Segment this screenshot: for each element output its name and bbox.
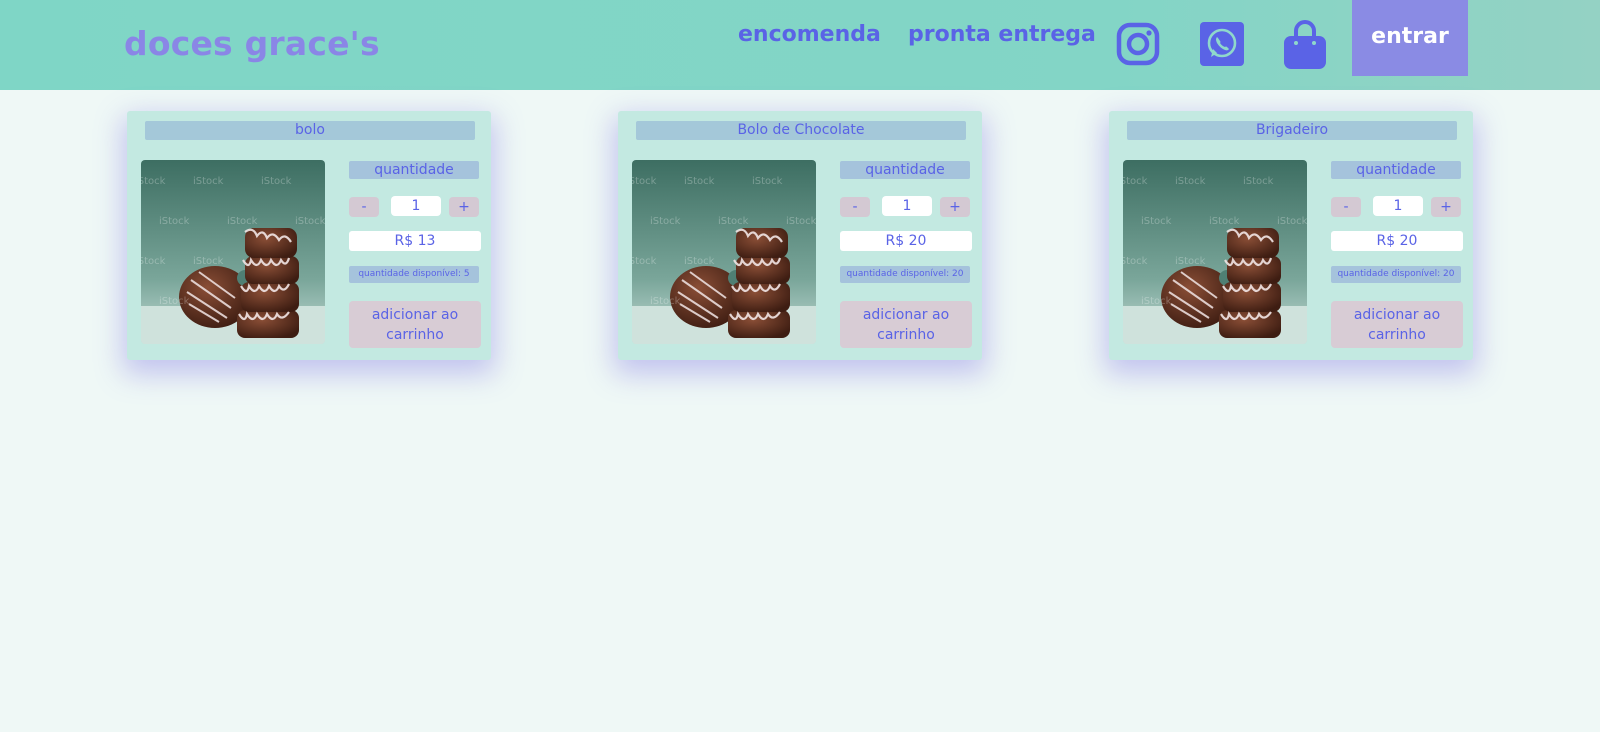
product-price: R$ 20 — [1331, 231, 1463, 251]
svg-text:iStock: iStock — [1277, 216, 1307, 227]
svg-text:iStock: iStock — [1123, 176, 1148, 187]
svg-text:iStock: iStock — [227, 216, 258, 227]
product-image: iStock iStock iStock iStock iStock iStoc… — [632, 160, 816, 344]
available-quantity: quantidade disponível: 5 — [349, 266, 479, 283]
top-navbar: doces grace's encomenda pronta entrega e… — [0, 0, 1600, 90]
svg-text:iStock: iStock — [1123, 256, 1148, 267]
decrease-quantity-button[interactable]: - — [1331, 197, 1361, 217]
product-name: Brigadeiro — [1127, 121, 1457, 140]
product-card: Bolo de Chocolate iStock iStock iStock i… — [618, 111, 982, 360]
product-image: iStock iStock iStock iStock iStock iStoc… — [141, 160, 325, 344]
svg-text:iStock: iStock — [786, 216, 816, 227]
quantity-input[interactable] — [391, 196, 441, 216]
add-to-cart-button[interactable]: adicionar ao carrinho — [840, 301, 972, 348]
svg-text:iStock: iStock — [141, 176, 166, 187]
svg-text:iStock: iStock — [1175, 256, 1206, 267]
svg-text:iStock: iStock — [159, 216, 190, 227]
decrease-quantity-button[interactable]: - — [840, 197, 870, 217]
svg-text:iStock: iStock — [141, 256, 166, 267]
quantity-label: quantidade — [349, 161, 479, 179]
whatsapp-icon[interactable] — [1200, 22, 1244, 66]
increase-quantity-button[interactable]: + — [449, 197, 479, 217]
svg-text:iStock: iStock — [718, 216, 749, 227]
nav-encomenda-link[interactable]: encomenda — [738, 22, 881, 47]
svg-text:iStock: iStock — [632, 176, 657, 187]
svg-text:iStock: iStock — [1175, 176, 1206, 187]
instagram-icon[interactable] — [1116, 22, 1160, 66]
decrease-quantity-button[interactable]: - — [349, 197, 379, 217]
available-quantity: quantidade disponível: 20 — [1331, 266, 1461, 283]
svg-text:iStock: iStock — [1141, 216, 1172, 227]
shopping-bag-icon[interactable] — [1283, 20, 1327, 70]
svg-text:iStock: iStock — [1209, 216, 1240, 227]
svg-text:iStock: iStock — [650, 296, 681, 307]
product-image: iStock iStock iStock iStock iStock iStoc… — [1123, 160, 1307, 344]
add-to-cart-button[interactable]: adicionar ao carrinho — [1331, 301, 1463, 348]
product-name: Bolo de Chocolate — [636, 121, 966, 140]
add-to-cart-button[interactable]: adicionar ao carrinho — [349, 301, 481, 348]
svg-text:iStock: iStock — [684, 176, 715, 187]
increase-quantity-button[interactable]: + — [1431, 197, 1461, 217]
brand-logo[interactable]: doces grace's — [124, 24, 380, 63]
product-price: R$ 20 — [840, 231, 972, 251]
svg-text:iStock: iStock — [193, 256, 224, 267]
product-card: Brigadeiro iStock iStock iStock iStock i… — [1109, 111, 1473, 360]
svg-text:iStock: iStock — [1243, 176, 1274, 187]
quantity-input[interactable] — [1373, 196, 1423, 216]
svg-text:iStock: iStock — [684, 256, 715, 267]
nav-pronta-entrega-link[interactable]: pronta entrega — [908, 22, 1096, 47]
available-quantity: quantidade disponível: 20 — [840, 266, 970, 283]
svg-text:iStock: iStock — [159, 296, 190, 307]
svg-text:iStock: iStock — [752, 176, 783, 187]
increase-quantity-button[interactable]: + — [940, 197, 970, 217]
quantity-input[interactable] — [882, 196, 932, 216]
product-card: bolo iStock iStock iStock iStock iStock … — [127, 111, 491, 360]
svg-text:iStock: iStock — [193, 176, 224, 187]
product-name: bolo — [145, 121, 475, 140]
login-button[interactable]: entrar — [1352, 0, 1468, 76]
svg-text:iStock: iStock — [295, 216, 325, 227]
quantity-label: quantidade — [840, 161, 970, 179]
quantity-label: quantidade — [1331, 161, 1461, 179]
svg-text:iStock: iStock — [1141, 296, 1172, 307]
svg-text:iStock: iStock — [650, 216, 681, 227]
product-price: R$ 13 — [349, 231, 481, 251]
svg-text:iStock: iStock — [632, 256, 657, 267]
svg-text:iStock: iStock — [261, 176, 292, 187]
